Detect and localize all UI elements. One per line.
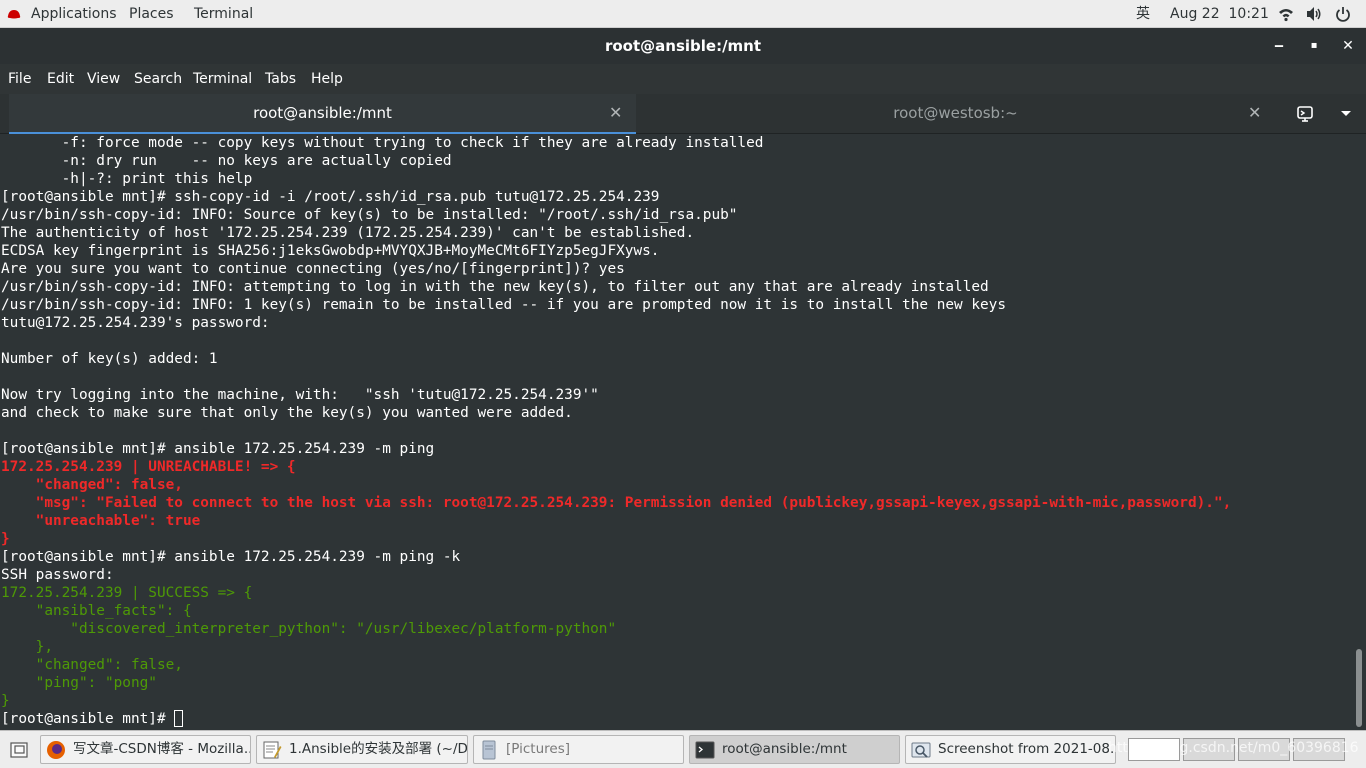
close-button[interactable]: ✕ [1333, 28, 1363, 64]
terminal-line: "changed": false, [1, 477, 183, 493]
taskbar-item-label: 写文章-CSDN博客 - Mozilla... [73, 741, 251, 757]
applications-menu[interactable]: Applications [31, 0, 117, 28]
terminal-line: /usr/bin/ssh-copy-id: INFO: 1 key(s) rem… [1, 297, 1007, 313]
menu-edit[interactable]: Edit [47, 64, 74, 94]
terminal-line: [root@ansible mnt]# ansible 172.25.254.2… [1, 441, 435, 457]
menu-tabs[interactable]: Tabs [265, 64, 296, 94]
maximize-button[interactable]: ▪ [1299, 28, 1329, 64]
tab-westosb[interactable]: root@westosb:~ ✕ [637, 94, 1274, 132]
terminal-line: "ping": "pong" [1, 675, 157, 691]
terminal-line: 172.25.254.239 | UNREACHABLE! => { [1, 459, 296, 475]
terminal-app-menu[interactable]: Terminal [194, 0, 253, 28]
redhat-logo-icon [7, 10, 21, 19]
terminal-line: } [1, 531, 10, 547]
new-tab-icon[interactable] [1297, 106, 1315, 122]
image-viewer-icon [911, 742, 931, 758]
terminal-line: "discovered_interpreter_python": "/usr/l… [1, 621, 617, 637]
taskbar-item-label: [Pictures] [506, 741, 570, 757]
terminal-line: -h|-?: print this help [1, 171, 253, 187]
tab-close-icon[interactable]: ✕ [609, 94, 622, 132]
taskbar-item-file-manager[interactable]: [Pictures] [473, 735, 684, 764]
menu-search[interactable]: Search [134, 64, 182, 94]
terminal-cursor [174, 710, 184, 727]
terminal-line: "unreachable": true [1, 513, 201, 529]
terminal-output[interactable]: -f: force mode -- copy keys without tryi… [0, 134, 1352, 730]
terminal-line: -n: dry run -- no keys are actually copi… [1, 153, 452, 169]
terminal-line: Are you sure you want to continue connec… [1, 261, 625, 277]
taskbar-item-label: 1.Ansible的安装及部署 (~/D... [289, 741, 468, 757]
volume-icon[interactable] [1306, 6, 1322, 22]
terminal-scrollbar[interactable] [1352, 134, 1366, 730]
terminal-icon [695, 741, 715, 759]
terminal-line: /usr/bin/ssh-copy-id: INFO: Source of ke… [1, 207, 738, 223]
file-manager-icon [482, 740, 496, 760]
tab-ansible[interactable]: root@ansible:/mnt ✕ [9, 94, 636, 135]
terminal-line: -f: force mode -- copy keys without tryi… [1, 135, 764, 151]
terminal-line: Now try logging into the machine, with: … [1, 387, 599, 403]
terminal-prompt: [root@ansible mnt]# [1, 711, 175, 727]
menu-view[interactable]: View [87, 64, 120, 94]
terminal-line: } [1, 693, 10, 709]
window-titlebar[interactable]: root@ansible:/mnt ‒ ▪ ✕ [0, 28, 1366, 64]
terminal-line: "msg": "Failed to connect to the host vi… [1, 495, 1232, 511]
terminal-line: "ansible_facts": { [1, 603, 192, 619]
tab-bar: root@ansible:/mnt ✕ root@westosb:~ ✕ [0, 94, 1366, 135]
tabs-dropdown-icon[interactable] [1340, 110, 1352, 118]
window-title: root@ansible:/mnt [604, 37, 762, 55]
wifi-icon[interactable] [1278, 6, 1294, 22]
taskbar-item-screenshot[interactable]: Screenshot from 2021-08... [905, 735, 1116, 764]
minimize-button[interactable]: ‒ [1264, 28, 1294, 64]
text-editor-icon [263, 741, 282, 759]
clock[interactable]: Aug 22 10:21 [1170, 0, 1269, 28]
scrollbar-thumb[interactable] [1356, 649, 1362, 727]
taskbar-item-label: root@ansible:/mnt [722, 741, 847, 757]
tab-close-icon[interactable]: ✕ [1248, 94, 1261, 132]
terminal-line: ECDSA key fingerprint is SHA256:j1eksGwo… [1, 243, 660, 259]
menu-help[interactable]: Help [311, 64, 343, 94]
show-desktop-icon[interactable] [10, 742, 28, 758]
taskbar-item-text-editor[interactable]: 1.Ansible的安装及部署 (~/D... [256, 735, 468, 764]
top-panel: Applications Places Terminal 英 Aug 22 10… [0, 0, 1366, 28]
watermark: https://blog.csdn.net/m0_60396816 [1108, 740, 1359, 756]
firefox-icon [47, 741, 65, 759]
taskbar-item-terminal[interactable]: root@ansible:/mnt [689, 735, 900, 764]
terminal-prompt-line[interactable]: [root@ansible mnt]# [0, 710, 1352, 728]
terminal-line: The authenticity of host '172.25.254.239… [1, 225, 695, 241]
terminal-line: }, [1, 639, 53, 655]
terminal-line: and check to make sure that only the key… [1, 405, 573, 421]
terminal-line: [root@ansible mnt]# ssh-copy-id -i /root… [1, 189, 660, 205]
taskbar-item-firefox[interactable]: 写文章-CSDN博客 - Mozilla... [40, 735, 251, 764]
menu-file[interactable]: File [8, 64, 31, 94]
terminal-line: "changed": false, [1, 657, 183, 673]
places-menu[interactable]: Places [129, 0, 174, 28]
terminal-line: /usr/bin/ssh-copy-id: INFO: attempting t… [1, 279, 989, 295]
menubar: File Edit View Search Terminal Tabs Help [0, 64, 1366, 94]
terminal-line: 172.25.254.239 | SUCCESS => { [1, 585, 253, 601]
terminal-line: SSH password: [1, 567, 123, 583]
power-icon[interactable] [1335, 6, 1351, 22]
terminal-line: [root@ansible mnt]# ansible 172.25.254.2… [1, 549, 461, 565]
terminal-line: Number of key(s) added: 1 [1, 351, 218, 367]
taskbar: 写文章-CSDN博客 - Mozilla... 1.Ansible的安装及部署 … [0, 730, 1366, 768]
menu-terminal[interactable]: Terminal [193, 64, 252, 94]
tab-label: root@ansible:/mnt [253, 104, 392, 122]
taskbar-item-label: Screenshot from 2021-08... [938, 741, 1116, 757]
input-method-indicator[interactable]: 英 [1136, 0, 1150, 28]
tab-label: root@westosb:~ [893, 104, 1018, 122]
terminal-line: tutu@172.25.254.239's password: [1, 315, 279, 331]
